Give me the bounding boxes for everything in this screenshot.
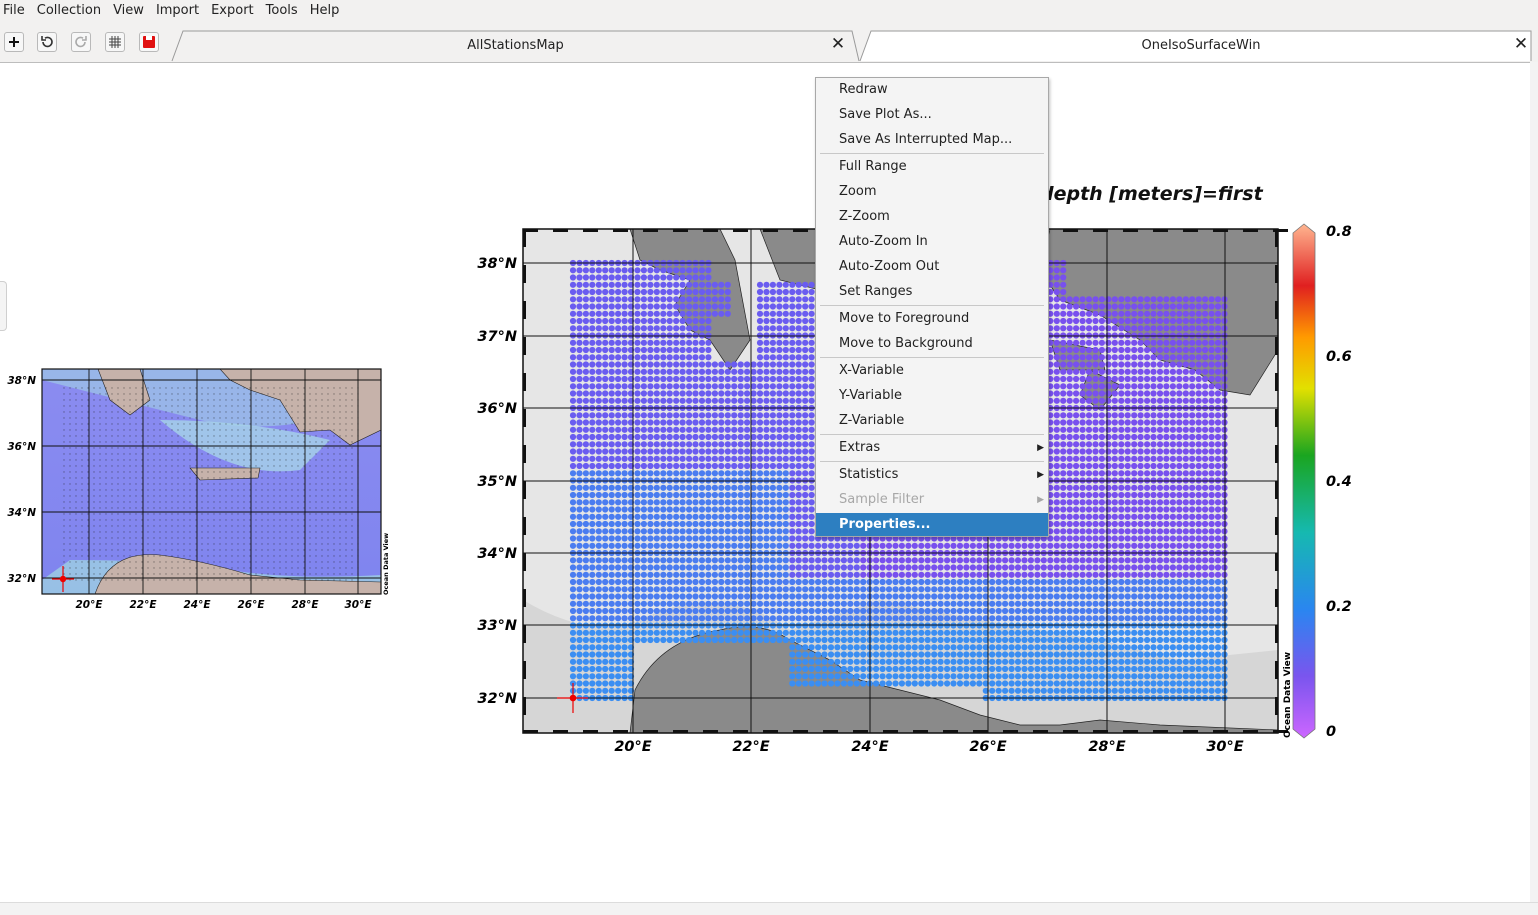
plot-watermark: Ocean Data View — [1283, 652, 1293, 738]
lat-label: 35°N — [477, 474, 517, 490]
mini-lat-label: 38°N — [7, 375, 36, 387]
menu-item-save-plot-as[interactable]: Save Plot As... — [816, 103, 1048, 127]
menu-item-y-variable[interactable]: Y-Variable — [816, 384, 1048, 408]
menu-tools[interactable]: Tools — [260, 0, 304, 22]
mini-lon-label: 22°E — [129, 599, 157, 611]
tab-allstationsmap[interactable]: AllStationsMap ✕ — [183, 30, 848, 61]
lat-label: 38°N — [477, 256, 517, 272]
menu-import[interactable]: Import — [150, 0, 205, 22]
menu-item-sample-filter: Sample Filter ▶ — [816, 488, 1048, 512]
menu-item-statistics[interactable]: Statistics ▶ — [816, 463, 1048, 487]
menu-view[interactable]: View — [107, 0, 150, 22]
menu-separator — [820, 153, 1044, 154]
lon-label: 20°E — [614, 739, 651, 755]
menu-item-x-variable[interactable]: X-Variable — [816, 359, 1048, 383]
menu-item-label: Sample Filter — [839, 492, 924, 507]
horizontal-scrollbar[interactable] — [0, 902, 1538, 915]
vertical-scrollbar[interactable] — [1530, 62, 1538, 902]
menu-item-label: Statistics — [839, 467, 898, 482]
mini-lat-label: 36°N — [7, 441, 36, 453]
mini-lat-label: 34°N — [7, 507, 36, 519]
menu-separator — [820, 305, 1044, 306]
lon-label: 28°E — [1088, 739, 1125, 755]
colorbar — [1293, 224, 1315, 738]
lat-label: 36°N — [477, 401, 517, 417]
menu-item-auto-zoom-in[interactable]: Auto-Zoom In — [816, 230, 1048, 254]
colorbar-label: 0.6 — [1326, 349, 1352, 365]
menu-item-move-to-background[interactable]: Move to Background — [816, 332, 1048, 356]
menu-item-z-variable[interactable]: Z-Variable — [816, 409, 1048, 433]
menu-item-extras[interactable]: Extras ▶ — [816, 436, 1048, 460]
context-menu: Redraw Save Plot As... Save As Interrupt… — [815, 77, 1049, 537]
lon-label: 30°E — [1206, 739, 1243, 755]
submenu-arrow-icon: ▶ — [1037, 488, 1044, 512]
menu-export[interactable]: Export — [205, 0, 260, 22]
tab-oneisosurfacewin[interactable]: OneIsoSurfaceWin ✕ — [871, 30, 1531, 61]
side-panel-handle[interactable] — [0, 281, 7, 331]
menu-item-auto-zoom-out[interactable]: Auto-Zoom Out — [816, 255, 1048, 279]
lat-label: 32°N — [477, 691, 517, 707]
menu-item-zoom[interactable]: Zoom — [816, 180, 1048, 204]
mini-lat-label: 32°N — [7, 573, 36, 585]
lon-label: 22°E — [732, 739, 769, 755]
mini-lon-label: 24°E — [183, 599, 211, 611]
mini-lon-label: 30°E — [344, 599, 372, 611]
colorbar-label: 0.4 — [1326, 474, 1352, 490]
toolbar: AllStationsMap ✕ OneIsoSurfaceWin ✕ — [0, 22, 1538, 63]
tab-label: AllStationsMap — [183, 38, 848, 53]
menu-separator — [820, 434, 1044, 435]
menu-item-move-to-foreground[interactable]: Move to Foreground — [816, 307, 1048, 331]
colorbar-label: 0.2 — [1326, 599, 1352, 615]
mini-map[interactable]: Ocean Data View 38°N 36°N 34°N 32°N 20°E… — [0, 360, 400, 620]
colorbar-label: 0.8 — [1326, 224, 1352, 240]
tab-label: OneIsoSurfaceWin — [871, 38, 1531, 53]
mini-watermark: Ocean Data View — [382, 533, 390, 595]
colorbar-label: 0 — [1326, 724, 1336, 740]
menu-collection[interactable]: Collection — [31, 0, 107, 22]
menu-file[interactable]: File — [0, 0, 31, 22]
menu-item-save-interrupted-map[interactable]: Save As Interrupted Map... — [816, 128, 1048, 152]
menu-item-properties[interactable]: Properties... — [816, 513, 1048, 536]
mini-lon-label: 28°E — [291, 599, 319, 611]
lon-label: 24°E — [851, 739, 888, 755]
lat-label: 33°N — [477, 618, 517, 634]
lat-label: 37°N — [477, 329, 517, 345]
close-icon[interactable]: ✕ — [830, 36, 846, 52]
menu-separator — [820, 461, 1044, 462]
menu-item-set-ranges[interactable]: Set Ranges — [816, 280, 1048, 304]
mini-lon-label: 20°E — [75, 599, 103, 611]
menu-item-label: Extras — [839, 440, 880, 455]
lon-label: 26°E — [969, 739, 1006, 755]
submenu-arrow-icon: ▶ — [1037, 463, 1044, 487]
lat-label: 34°N — [477, 546, 517, 562]
mini-lon-label: 26°E — [237, 599, 265, 611]
menu-separator — [820, 357, 1044, 358]
menu-item-z-zoom[interactable]: Z-Zoom — [816, 205, 1048, 229]
plot-title: depth [meters]=first — [1040, 183, 1263, 205]
menubar: File Collection View Import Export Tools… — [0, 0, 1538, 22]
submenu-arrow-icon: ▶ — [1037, 436, 1044, 460]
close-icon[interactable]: ✕ — [1513, 36, 1529, 52]
menu-item-redraw[interactable]: Redraw — [816, 78, 1048, 102]
menu-item-full-range[interactable]: Full Range — [816, 155, 1048, 179]
menu-help[interactable]: Help — [304, 0, 346, 22]
